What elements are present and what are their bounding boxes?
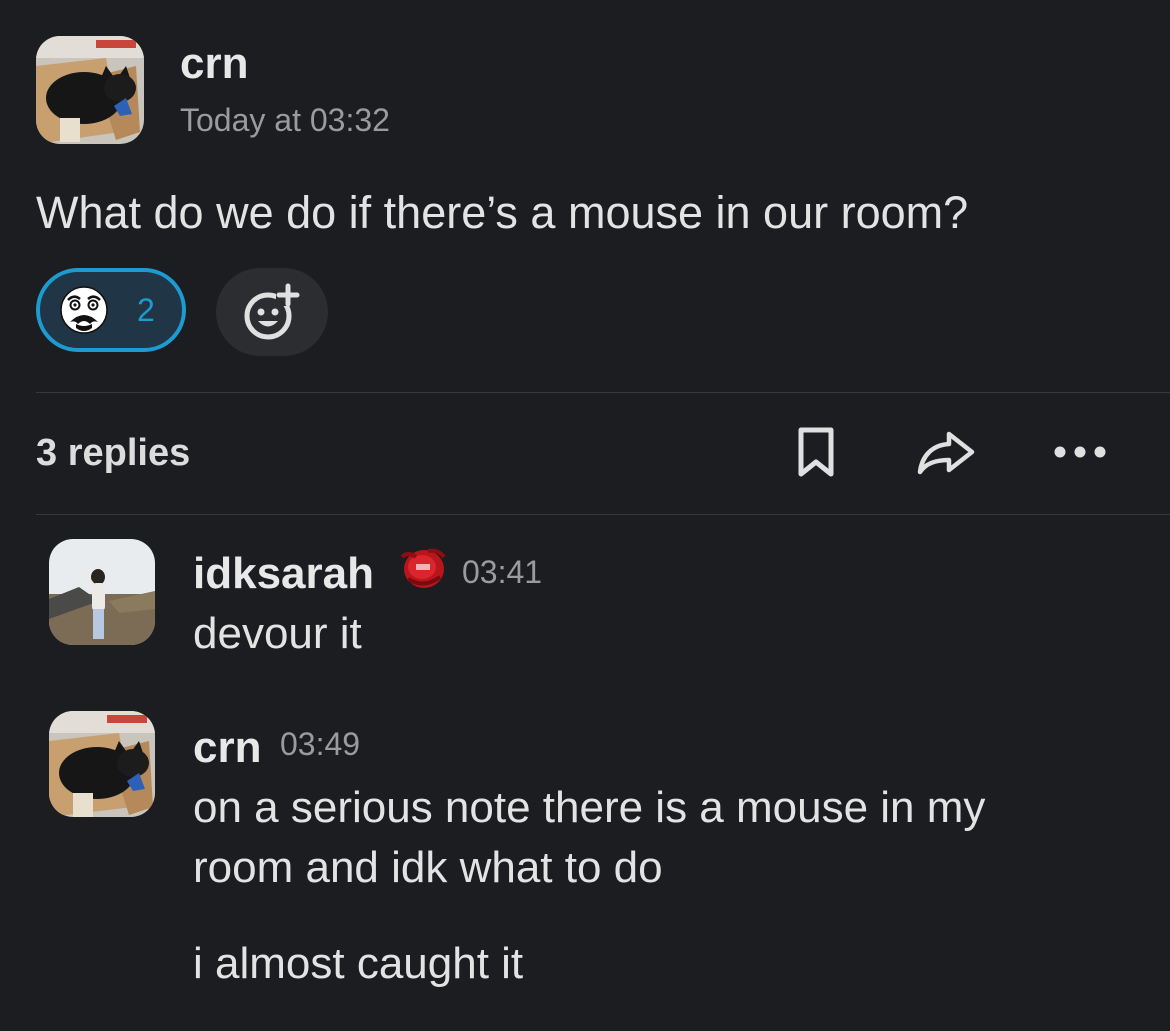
divider [36, 392, 1170, 393]
reply-author[interactable]: idksarah [193, 552, 374, 596]
reply-timestamp: 03:49 [280, 726, 361, 762]
reaction-pill[interactable]: 2 [36, 268, 186, 352]
cat-avatar[interactable] [49, 711, 155, 817]
cat-avatar[interactable] [36, 36, 144, 144]
message-timestamp: Today at 03:32 [180, 102, 390, 138]
reply-text: devour it [193, 609, 362, 658]
add-reaction-button[interactable] [216, 268, 328, 356]
reply-text-line: on a serious note there is a mouse in my [193, 783, 986, 832]
reply-timestamp: 03:41 [462, 554, 543, 590]
add-reaction-icon [244, 283, 300, 340]
thread-view: crn Today at 03:32 What do we do if ther… [0, 0, 1170, 1031]
face-emoji-icon [60, 286, 108, 334]
person-avatar[interactable] [49, 539, 155, 645]
share-icon[interactable] [916, 428, 976, 481]
divider [36, 514, 1170, 515]
reply-author[interactable]: crn [193, 726, 261, 770]
reply-text: i almost caught it [193, 939, 524, 988]
message-author[interactable]: crn [180, 42, 248, 86]
bookmark-icon[interactable] [796, 426, 836, 483]
more-icon[interactable] [1052, 444, 1108, 465]
red-emoji-icon [398, 545, 448, 598]
message-text: What do we do if there’s a mouse in our … [36, 187, 969, 238]
replies-count: 3 replies [36, 432, 191, 474]
reply-text-line: room and idk what to do [193, 843, 663, 892]
reaction-count: 2 [137, 292, 155, 328]
